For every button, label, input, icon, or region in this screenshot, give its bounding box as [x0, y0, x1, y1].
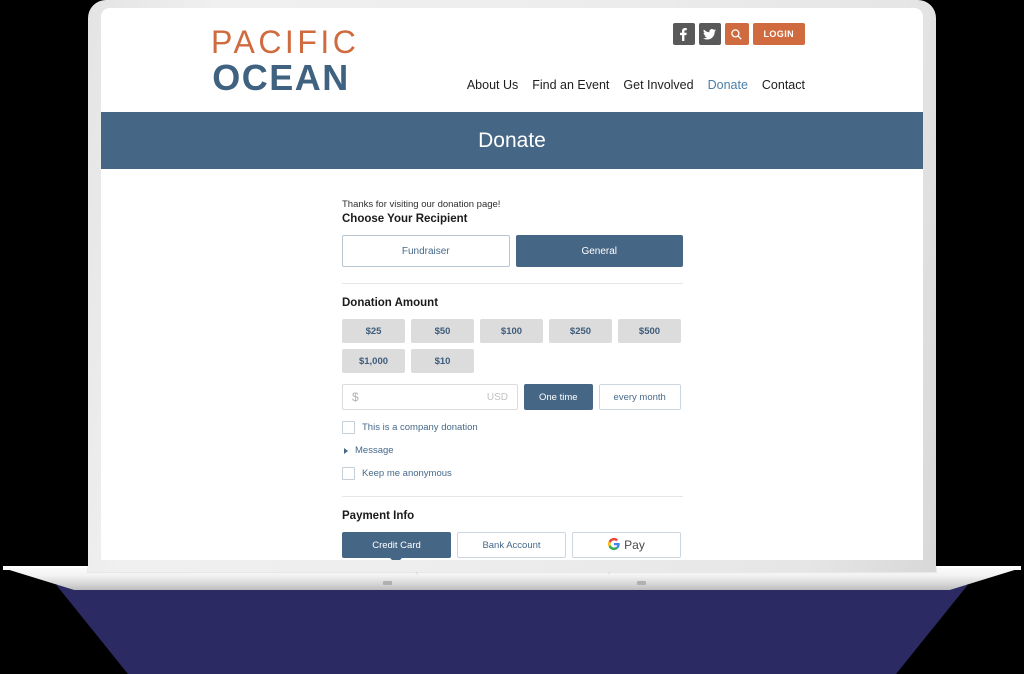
recipient-option-fundraiser[interactable]: Fundraiser	[342, 235, 510, 267]
company-donation-checkbox[interactable]	[342, 421, 355, 434]
amount-preset-250[interactable]: $250	[549, 319, 612, 343]
amount-preset-100[interactable]: $100	[480, 319, 543, 343]
payment-method-tabs: Credit Card Bank Account Pay	[342, 532, 683, 560]
nav-item-about-us[interactable]: About Us	[467, 78, 518, 92]
nav-item-donate[interactable]: Donate	[708, 78, 748, 92]
currency-code-label: USD	[486, 391, 508, 403]
logo-text-pacific: PACIFIC	[211, 24, 360, 60]
nav-item-get-involved[interactable]: Get Involved	[623, 78, 693, 92]
chevron-right-icon[interactable]	[344, 447, 348, 454]
currency-symbol: $	[352, 390, 359, 404]
keep-anonymous-row[interactable]: Keep me anonymous	[342, 467, 683, 480]
payment-method-bank-account[interactable]: Bank Account	[457, 532, 566, 558]
recipient-toggle-group: Fundraiser General	[342, 235, 683, 267]
selected-method-pointer-icon	[390, 558, 402, 560]
google-g-icon	[608, 537, 620, 553]
message-disclosure-row[interactable]: Message	[342, 445, 683, 456]
main-navigation: About Us Find an Event Get Involved Dona…	[467, 78, 805, 92]
frequency-one-time[interactable]: One time	[524, 384, 593, 410]
amount-preset-1000[interactable]: $1,000	[342, 349, 405, 373]
header-utility-bar: LOGIN	[672, 23, 805, 45]
amount-preset-10[interactable]: $10	[411, 349, 474, 373]
frequency-every-month[interactable]: every month	[598, 384, 681, 410]
recipient-option-general[interactable]: General	[515, 235, 683, 267]
laptop-foot-left	[383, 581, 392, 585]
section-divider-amount	[342, 283, 683, 284]
laptop-mockup: PACIFIC OCEAN LOGIN About Us Find an Eve…	[0, 0, 1024, 674]
amount-preset-500[interactable]: $500	[618, 319, 681, 343]
message-disclosure-label: Message	[355, 445, 394, 456]
donation-amount-heading: Donation Amount	[342, 297, 439, 309]
payment-info-heading: Payment Info	[342, 510, 415, 522]
login-button[interactable]: LOGIN	[752, 23, 805, 45]
search-icon[interactable]	[724, 23, 749, 45]
facebook-icon[interactable]	[672, 23, 695, 45]
keep-anonymous-checkbox[interactable]	[342, 467, 355, 480]
amount-preset-25[interactable]: $25	[342, 319, 405, 343]
custom-amount-row: $ USD One time every month	[342, 384, 683, 410]
google-pay-label: Pay	[624, 538, 645, 552]
site-logo[interactable]: PACIFIC OCEAN	[211, 24, 360, 98]
section-divider-payment	[342, 496, 683, 497]
company-donation-label: This is a company donation	[362, 422, 478, 433]
intro-text: Thanks for visiting our donation page!	[342, 199, 501, 210]
logo-text-ocean: OCEAN	[212, 57, 350, 98]
payment-method-credit-card[interactable]: Credit Card	[342, 532, 451, 558]
page-title: Donate	[478, 128, 546, 152]
choose-recipient-heading: Choose Your Recipient	[342, 213, 468, 225]
keep-anonymous-label: Keep me anonymous	[362, 468, 452, 479]
amount-preset-group: $25 $50 $100 $250 $500 $1,000 $10	[342, 319, 683, 373]
laptop-foot-right	[637, 581, 646, 585]
amount-preset-50[interactable]: $50	[411, 319, 474, 343]
twitter-icon[interactable]	[698, 23, 721, 45]
nav-item-find-an-event[interactable]: Find an Event	[532, 78, 609, 92]
nav-item-contact[interactable]: Contact	[762, 78, 805, 92]
browser-viewport: PACIFIC OCEAN LOGIN About Us Find an Eve…	[101, 8, 923, 560]
custom-amount-input[interactable]: $ USD	[342, 384, 518, 410]
page-banner: Donate	[101, 112, 923, 169]
site-header: PACIFIC OCEAN LOGIN About Us Find an Eve…	[101, 8, 923, 112]
laptop-shadow-trapezoid	[56, 585, 968, 674]
donate-form-column: Thanks for visiting our donation page! C…	[342, 199, 683, 560]
payment-method-google-pay[interactable]: Pay	[572, 532, 681, 558]
company-donation-row[interactable]: This is a company donation	[342, 421, 683, 434]
